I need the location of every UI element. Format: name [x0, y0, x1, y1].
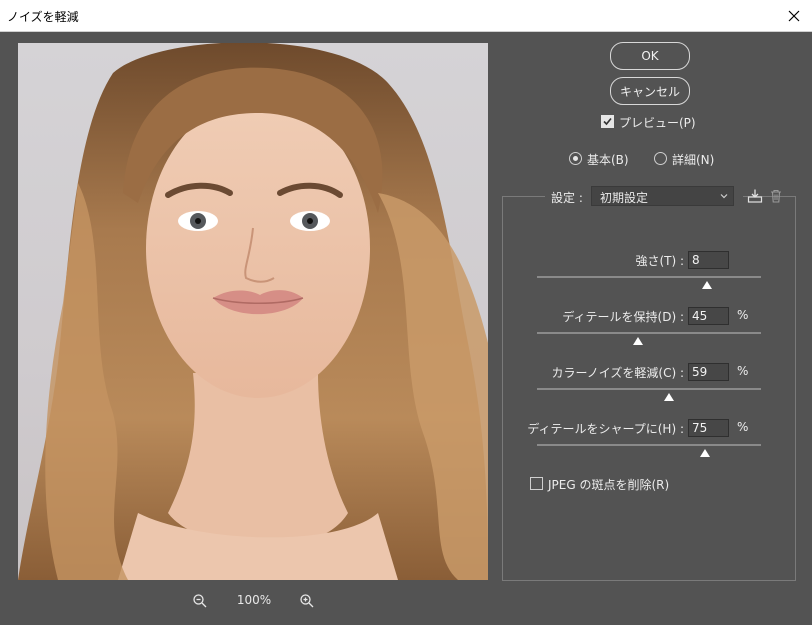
zoom-in-icon: [300, 594, 314, 608]
zoom-controls: 100%: [186, 591, 326, 611]
delete-preset-button[interactable]: [768, 188, 784, 204]
ok-button[interactable]: OK: [610, 42, 690, 70]
strength-slider-thumb[interactable]: [702, 281, 713, 289]
preserve-details-slider-thumb[interactable]: [632, 337, 643, 345]
noise-reduction-dialog: ノイズを軽減 100% OK キャンセル プレビュー(P) 基本(B) 詳細(N…: [0, 0, 812, 625]
preserve-details-unit: %: [737, 308, 749, 322]
sharpen-details-slider-thumb[interactable]: [700, 449, 710, 457]
reduce-color-noise-unit: %: [737, 364, 749, 378]
chevron-down-icon: [720, 194, 728, 199]
mode-advanced-label[interactable]: 詳細(N): [672, 151, 714, 168]
sharpen-details-input[interactable]: 75: [688, 419, 729, 437]
image-preview[interactable]: [18, 43, 488, 580]
window-title: ノイズを軽減: [7, 10, 79, 24]
zoom-out-button[interactable]: [192, 593, 208, 609]
zoom-level: 100%: [236, 593, 272, 607]
sharpen-details-slider-track[interactable]: [537, 444, 761, 446]
mode-basic-radio[interactable]: [569, 152, 582, 165]
preserve-details-label: ディテールを保持(D) :: [562, 310, 684, 324]
preserve-details-input[interactable]: 45: [688, 307, 729, 325]
save-preset-icon: [747, 189, 763, 203]
jpeg-artifact-label[interactable]: JPEG の斑点を削除(R): [548, 476, 669, 493]
reduce-color-noise-slider-thumb[interactable]: [664, 393, 675, 401]
save-preset-button[interactable]: [747, 188, 763, 204]
zoom-in-button[interactable]: [299, 593, 315, 609]
mode-advanced-radio[interactable]: [654, 152, 667, 165]
sharpen-details-unit: %: [737, 420, 749, 434]
strength-label: 強さ(T) :: [635, 254, 684, 268]
strength-input[interactable]: 8: [688, 251, 729, 269]
close-icon: [788, 10, 800, 21]
preview-label[interactable]: プレビュー(P): [619, 114, 696, 131]
reduce-color-noise-slider-track[interactable]: [537, 388, 761, 390]
reduce-color-noise-input[interactable]: 59: [688, 363, 729, 381]
mode-basic-label[interactable]: 基本(B): [587, 151, 629, 168]
reduce-color-noise-label: カラーノイズを軽減(C) :: [551, 366, 684, 380]
jpeg-artifact-checkbox[interactable]: [530, 477, 543, 490]
title-bar: ノイズを軽減: [0, 0, 812, 32]
zoom-out-icon: [193, 594, 207, 608]
checkmark-icon: [603, 117, 612, 126]
preview-checkbox[interactable]: [601, 115, 614, 128]
preset-value: 初期設定: [600, 191, 649, 205]
preserve-details-slider-track[interactable]: [537, 332, 761, 334]
trash-icon: [771, 189, 781, 203]
sharpen-details-label: ディテールをシャープに(H) :: [527, 422, 684, 436]
preset-select[interactable]: 初期設定: [591, 186, 734, 206]
close-button[interactable]: [776, 0, 812, 31]
settings-label: 設定 :: [551, 191, 583, 205]
strength-slider-track[interactable]: [537, 276, 761, 278]
cancel-button[interactable]: キャンセル: [610, 77, 690, 105]
portrait-photo: [18, 43, 488, 580]
